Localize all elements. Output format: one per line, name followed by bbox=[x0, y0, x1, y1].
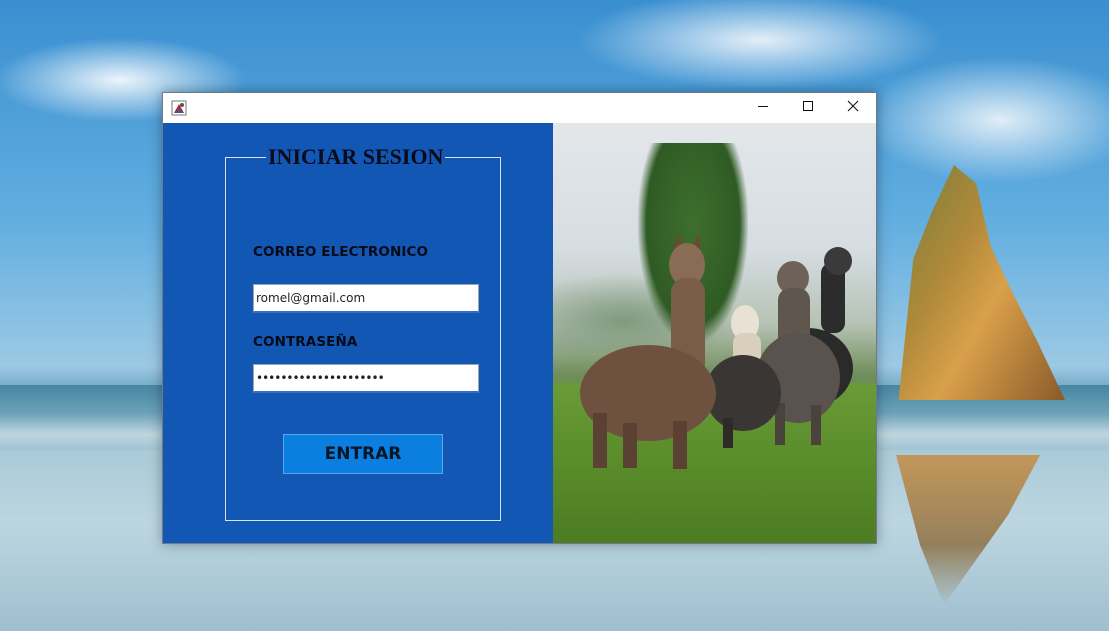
wallpaper-rock bbox=[898, 165, 1065, 400]
close-icon bbox=[847, 99, 859, 117]
minimize-button[interactable] bbox=[740, 93, 786, 123]
alpacas-photo bbox=[553, 123, 876, 543]
alpaca-brown bbox=[580, 233, 716, 469]
maximize-button[interactable] bbox=[785, 93, 831, 123]
alpaca-group bbox=[580, 233, 853, 469]
login-window: INICIAR SESION CORREO ELECTRONICO CONTRA… bbox=[162, 92, 877, 544]
password-field[interactable] bbox=[253, 364, 479, 393]
email-field[interactable] bbox=[253, 284, 479, 313]
minimize-icon bbox=[757, 99, 769, 117]
enter-button[interactable]: ENTRAR bbox=[283, 434, 443, 474]
maximize-icon bbox=[802, 99, 814, 117]
login-panel: INICIAR SESION CORREO ELECTRONICO CONTRA… bbox=[163, 123, 553, 543]
title-bar[interactable] bbox=[163, 93, 876, 123]
alpaca-dark bbox=[705, 355, 781, 448]
login-heading: INICIAR SESION bbox=[266, 144, 446, 170]
java-app-icon bbox=[171, 100, 187, 116]
close-button[interactable] bbox=[830, 93, 876, 123]
email-label: CORREO ELECTRONICO bbox=[253, 244, 429, 260]
password-label: CONTRASEÑA bbox=[253, 334, 358, 350]
